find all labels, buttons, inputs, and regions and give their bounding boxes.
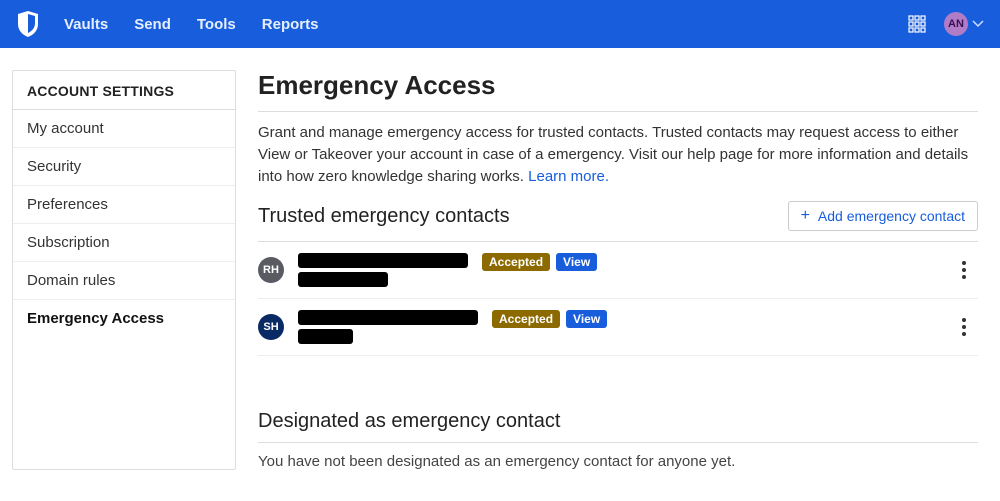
status-badge: Accepted: [482, 253, 550, 271]
nav-send[interactable]: Send: [134, 16, 171, 33]
sidebar-item-my-account[interactable]: My account: [13, 110, 235, 148]
top-navbar: Vaults Send Tools Reports AN: [0, 0, 1000, 48]
contact-row[interactable]: SH Accepted View: [258, 299, 978, 356]
contact-options-menu[interactable]: [954, 314, 974, 340]
sidebar-item-security[interactable]: Security: [13, 148, 235, 186]
nav-reports[interactable]: Reports: [262, 16, 319, 33]
add-emergency-contact-button[interactable]: + Add emergency contact: [788, 201, 978, 231]
trusted-contacts-list: RH Accepted View SH: [258, 242, 978, 356]
sidebar-item-subscription[interactable]: Subscription: [13, 224, 235, 262]
contact-name-redacted: [298, 310, 478, 344]
top-right-controls: AN: [908, 12, 984, 36]
nav-tools[interactable]: Tools: [197, 16, 236, 33]
contact-options-menu[interactable]: [954, 257, 974, 283]
status-badge: Accepted: [492, 310, 560, 328]
primary-nav: Vaults Send Tools Reports: [64, 16, 318, 33]
trusted-contacts-header: Trusted emergency contacts + Add emergen…: [258, 201, 978, 242]
page-description-text: Grant and manage emergency access for tr…: [258, 124, 968, 185]
add-button-label: Add emergency contact: [818, 208, 965, 224]
contact-row[interactable]: RH Accepted View: [258, 242, 978, 299]
permission-badge: View: [566, 310, 607, 328]
page-description: Grant and manage emergency access for tr…: [258, 122, 978, 187]
shield-logo-icon[interactable]: [16, 10, 40, 38]
settings-sidebar: ACCOUNT SETTINGS My account Security Pre…: [12, 70, 236, 470]
contact-avatar: RH: [258, 257, 284, 283]
page-title: Emergency Access: [258, 70, 978, 112]
nav-vaults[interactable]: Vaults: [64, 16, 108, 33]
sidebar-item-emergency-access[interactable]: Emergency Access: [13, 300, 235, 337]
designated-title: Designated as emergency contact: [258, 410, 978, 443]
sidebar-title: ACCOUNT SETTINGS: [13, 71, 235, 110]
learn-more-link[interactable]: Learn more.: [528, 168, 609, 185]
sidebar-item-preferences[interactable]: Preferences: [13, 186, 235, 224]
main-content: Emergency Access Grant and manage emerge…: [258, 70, 982, 470]
permission-badge: View: [556, 253, 597, 271]
sidebar-item-domain-rules[interactable]: Domain rules: [13, 262, 235, 300]
contact-name-redacted: [298, 253, 468, 287]
trusted-contacts-title: Trusted emergency contacts: [258, 205, 510, 228]
account-menu[interactable]: AN: [944, 12, 984, 36]
apps-grid-icon[interactable]: [908, 15, 926, 33]
avatar: AN: [944, 12, 968, 36]
chevron-down-icon: [972, 20, 984, 28]
contact-avatar: SH: [258, 314, 284, 340]
contact-tags: Accepted View: [482, 253, 597, 271]
designated-empty-message: You have not been designated as an emerg…: [258, 453, 978, 470]
contact-tags: Accepted View: [492, 310, 607, 328]
